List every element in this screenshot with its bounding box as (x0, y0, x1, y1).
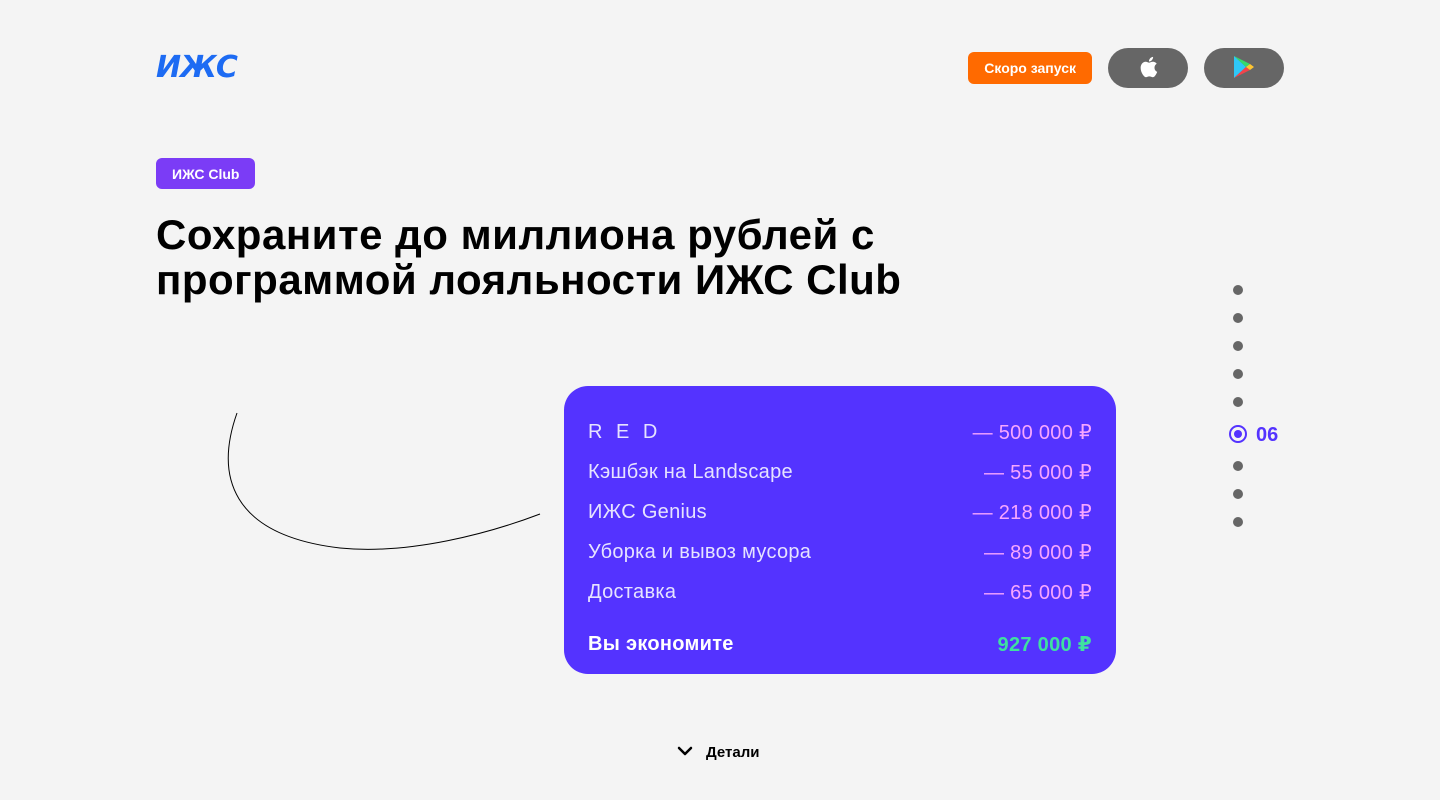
savings-total-row: Вы экономите 927 000 ₽ (588, 624, 1092, 664)
pager-dot-icon (1233, 369, 1243, 379)
app-store-button[interactable] (1108, 48, 1188, 88)
savings-row: Доставка — 65 000 ₽ (588, 572, 1092, 612)
pager-dot-icon (1233, 397, 1243, 407)
title-line-2: программой лояльности ИЖС Club (156, 256, 902, 303)
details-toggle[interactable]: Детали (676, 744, 759, 761)
savings-row-label: Кэшбэк на Landscape (588, 460, 793, 483)
savings-row-label: R E D (588, 420, 662, 443)
pager-dot-icon (1233, 341, 1243, 351)
savings-row-value: — 65 000 ₽ (983, 581, 1092, 604)
pager-dot-icon (1233, 313, 1243, 323)
savings-row-value: — 55 000 ₽ (983, 461, 1092, 484)
savings-row: Уборка и вывоз мусора — 89 000 ₽ (588, 532, 1092, 572)
savings-row-value: — 500 000 ₽ (972, 421, 1092, 444)
google-play-button[interactable] (1204, 48, 1284, 88)
apple-icon (1138, 55, 1158, 82)
chevron-down-icon (676, 744, 694, 761)
savings-row: R E D — 500 000 ₽ (588, 412, 1092, 452)
pager-dot-1[interactable] (1229, 276, 1289, 304)
google-play-icon (1233, 55, 1255, 82)
club-badge: ИЖС Club (156, 158, 256, 189)
pager-dot-3[interactable] (1229, 332, 1289, 360)
pager-dot-9[interactable] (1229, 508, 1289, 536)
pager-dot-icon (1233, 489, 1243, 499)
savings-row: ИЖС Genius — 218 000 ₽ (588, 492, 1092, 532)
pager-dot-5[interactable] (1229, 388, 1289, 416)
pager-dot-2[interactable] (1229, 304, 1289, 332)
coming-soon-button[interactable]: Скоро запуск (968, 52, 1092, 84)
savings-total-value: 927 000 ₽ (997, 633, 1092, 656)
savings-row-label: Уборка и вывоз мусора (588, 540, 812, 563)
header-actions: Скоро запуск (968, 48, 1284, 88)
savings-card: R E D — 500 000 ₽ Кэшбэк на Landscape — … (564, 386, 1116, 674)
decorative-curve (227, 412, 541, 550)
savings-row-label: ИЖС Genius (588, 500, 707, 523)
slide-pager: 06 (1229, 276, 1289, 536)
pager-dot-8[interactable] (1229, 480, 1289, 508)
pager-dot-4[interactable] (1229, 360, 1289, 388)
pager-dot-7[interactable] (1229, 452, 1289, 480)
active-dot-icon (1229, 425, 1247, 443)
details-label: Детали (706, 744, 760, 761)
savings-total-label: Вы экономите (588, 632, 734, 655)
pager-dot-icon (1233, 285, 1243, 295)
pager-dot-icon (1233, 461, 1243, 471)
page-title: Сохраните до миллиона рублей с программо… (156, 212, 1056, 302)
savings-row-label: Доставка (588, 580, 677, 603)
active-slide-number: 06 (1256, 424, 1279, 446)
savings-row: Кэшбэк на Landscape — 55 000 ₽ (588, 452, 1092, 492)
pager-dot-icon (1233, 517, 1243, 527)
logo-text: ИЖС (156, 50, 238, 85)
savings-row-value: — 89 000 ₽ (983, 541, 1092, 564)
pager-dot-6-active[interactable]: 06 (1229, 416, 1289, 452)
title-line-1: Сохраните до миллиона рублей с (156, 211, 875, 258)
savings-row-value: — 218 000 ₽ (972, 501, 1092, 524)
logo[interactable]: ИЖС (156, 52, 264, 84)
